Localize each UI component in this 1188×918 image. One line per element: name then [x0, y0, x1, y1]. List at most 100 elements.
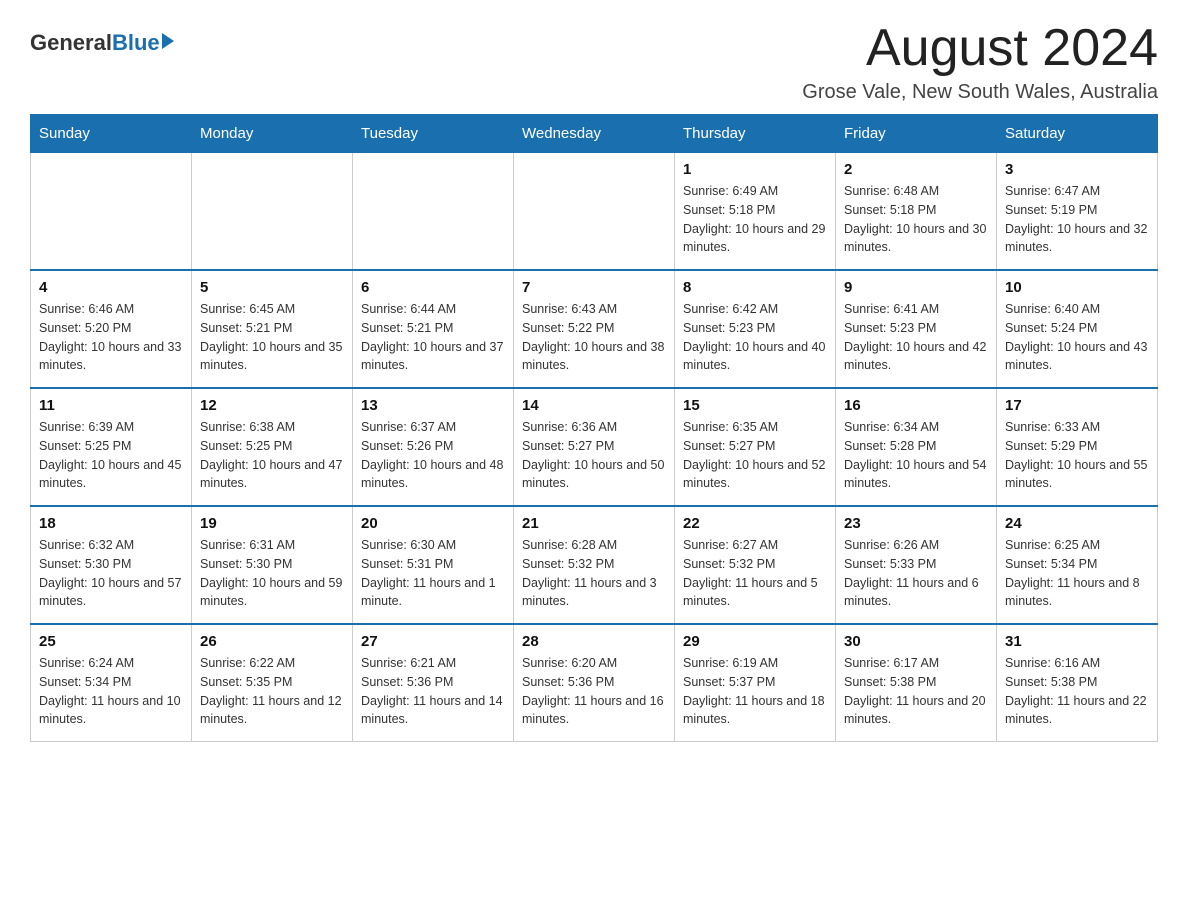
day-number: 5 — [200, 279, 344, 296]
calendar-cell: 13 Sunrise: 6:37 AMSunset: 5:26 PMDayligh… — [353, 388, 514, 506]
calendar-cell: 11Sunrise: 6:39 AMSunset: 5:25 PMDayligh… — [31, 388, 192, 506]
day-number: 15 — [683, 397, 827, 414]
calendar-day-header: Wednesday — [514, 115, 675, 153]
day-info: Sunrise: 6:35 AMSunset: 5:27 PMDaylight:… — [683, 418, 827, 493]
calendar-cell: 10Sunrise: 6:40 AMSunset: 5:24 PMDayligh… — [997, 270, 1158, 388]
day-info: Sunrise: 6:37 AMSunset: 5:26 PMDaylight:… — [361, 418, 505, 493]
day-info: Sunrise: 6:34 AMSunset: 5:28 PMDaylight:… — [844, 418, 988, 493]
day-info: Sunrise: 6:47 AMSunset: 5:19 PMDaylight:… — [1005, 182, 1149, 257]
day-info: Sunrise: 6:19 AMSunset: 5:37 PMDaylight:… — [683, 654, 827, 729]
day-number: 19 — [200, 515, 344, 532]
day-info: Sunrise: 6:31 AMSunset: 5:30 PMDaylight:… — [200, 536, 344, 611]
calendar-cell: 12 Sunrise: 6:38 AMSunset: 5:25 PMDayligh… — [192, 388, 353, 506]
calendar-week-row: 25 Sunrise: 6:24 AMSunset: 5:34 PMDayligh… — [31, 624, 1158, 742]
title-area: August 2024 Grose Vale, New South Wales,… — [802, 20, 1158, 104]
day-number: 27 — [361, 633, 505, 650]
day-number: 4 — [39, 279, 183, 296]
day-number: 31 — [1005, 633, 1149, 650]
logo: GeneralBlue — [30, 20, 174, 56]
day-info: Sunrise: 6:46 AMSunset: 5:20 PMDaylight:… — [39, 300, 183, 375]
calendar-cell: 18 Sunrise: 6:32 AMSunset: 5:30 PMDayligh… — [31, 506, 192, 624]
day-info: Sunrise: 6:22 AMSunset: 5:35 PMDaylight:… — [200, 654, 344, 729]
calendar-cell: 4 Sunrise: 6:46 AMSunset: 5:20 PMDaylight… — [31, 270, 192, 388]
day-number: 6 — [361, 279, 505, 296]
calendar-day-header: Friday — [836, 115, 997, 153]
calendar-header-row: SundayMondayTuesdayWednesdayThursdayFrid… — [31, 115, 1158, 153]
calendar-day-header: Saturday — [997, 115, 1158, 153]
calendar-cell: 3 Sunrise: 6:47 AMSunset: 5:19 PMDaylight… — [997, 153, 1158, 271]
day-number: 23 — [844, 515, 988, 532]
day-number: 28 — [522, 633, 666, 650]
day-info: Sunrise: 6:21 AMSunset: 5:36 PMDaylight:… — [361, 654, 505, 729]
day-number: 21 — [522, 515, 666, 532]
calendar-day-header: Thursday — [675, 115, 836, 153]
day-info: Sunrise: 6:17 AMSunset: 5:38 PMDaylight:… — [844, 654, 988, 729]
month-title: August 2024 — [802, 20, 1158, 77]
calendar-cell: 21 Sunrise: 6:28 AMSunset: 5:32 PMDayligh… — [514, 506, 675, 624]
day-number: 24 — [1005, 515, 1149, 532]
calendar-cell: 25 Sunrise: 6:24 AMSunset: 5:34 PMDayligh… — [31, 624, 192, 742]
day-number: 30 — [844, 633, 988, 650]
day-number: 3 — [1005, 161, 1149, 178]
calendar-week-row: 11Sunrise: 6:39 AMSunset: 5:25 PMDayligh… — [31, 388, 1158, 506]
day-info: Sunrise: 6:24 AMSunset: 5:34 PMDaylight:… — [39, 654, 183, 729]
day-number: 2 — [844, 161, 988, 178]
calendar-cell — [192, 153, 353, 271]
day-info: Sunrise: 6:48 AMSunset: 5:18 PMDaylight:… — [844, 182, 988, 257]
calendar-cell: 14 Sunrise: 6:36 AMSunset: 5:27 PMDayligh… — [514, 388, 675, 506]
day-number: 26 — [200, 633, 344, 650]
day-number: 12 — [200, 397, 344, 414]
day-number: 18 — [39, 515, 183, 532]
calendar-cell: 23Sunrise: 6:26 AMSunset: 5:33 PMDayligh… — [836, 506, 997, 624]
calendar-cell — [31, 153, 192, 271]
day-info: Sunrise: 6:49 AMSunset: 5:18 PMDaylight:… — [683, 182, 827, 257]
calendar-cell: 31Sunrise: 6:16 AMSunset: 5:38 PMDayligh… — [997, 624, 1158, 742]
day-number: 9 — [844, 279, 988, 296]
day-info: Sunrise: 6:36 AMSunset: 5:27 PMDaylight:… — [522, 418, 666, 493]
calendar-day-header: Tuesday — [353, 115, 514, 153]
calendar-cell — [514, 153, 675, 271]
day-number: 7 — [522, 279, 666, 296]
day-number: 17 — [1005, 397, 1149, 414]
calendar-table: SundayMondayTuesdayWednesdayThursdayFrid… — [30, 114, 1158, 742]
day-info: Sunrise: 6:38 AMSunset: 5:25 PMDaylight:… — [200, 418, 344, 493]
day-number: 1 — [683, 161, 827, 178]
calendar-week-row: 18 Sunrise: 6:32 AMSunset: 5:30 PMDayligh… — [31, 506, 1158, 624]
calendar-day-header: Sunday — [31, 115, 192, 153]
day-number: 14 — [522, 397, 666, 414]
calendar-cell: 16 Sunrise: 6:34 AMSunset: 5:28 PMDayligh… — [836, 388, 997, 506]
calendar-cell: 27 Sunrise: 6:21 AMSunset: 5:36 PMDayligh… — [353, 624, 514, 742]
day-info: Sunrise: 6:43 AMSunset: 5:22 PMDaylight:… — [522, 300, 666, 375]
calendar-cell: 19 Sunrise: 6:31 AMSunset: 5:30 PMDayligh… — [192, 506, 353, 624]
calendar-week-row: 1 Sunrise: 6:49 AMSunset: 5:18 PMDaylight… — [31, 153, 1158, 271]
calendar-cell: 8 Sunrise: 6:42 AMSunset: 5:23 PMDaylight… — [675, 270, 836, 388]
calendar-cell: 2 Sunrise: 6:48 AMSunset: 5:18 PMDaylight… — [836, 153, 997, 271]
day-number: 16 — [844, 397, 988, 414]
day-number: 13 — [361, 397, 505, 414]
day-info: Sunrise: 6:28 AMSunset: 5:32 PMDaylight:… — [522, 536, 666, 611]
day-number: 8 — [683, 279, 827, 296]
calendar-week-row: 4 Sunrise: 6:46 AMSunset: 5:20 PMDaylight… — [31, 270, 1158, 388]
day-info: Sunrise: 6:32 AMSunset: 5:30 PMDaylight:… — [39, 536, 183, 611]
calendar-cell: 5 Sunrise: 6:45 AMSunset: 5:21 PMDaylight… — [192, 270, 353, 388]
calendar-cell: 7 Sunrise: 6:43 AMSunset: 5:22 PMDaylight… — [514, 270, 675, 388]
day-info: Sunrise: 6:30 AMSunset: 5:31 PMDaylight:… — [361, 536, 505, 611]
page-header: GeneralBlue August 2024 Grose Vale, New … — [30, 20, 1158, 104]
day-info: Sunrise: 6:33 AMSunset: 5:29 PMDaylight:… — [1005, 418, 1149, 493]
calendar-cell: 17 Sunrise: 6:33 AMSunset: 5:29 PMDayligh… — [997, 388, 1158, 506]
calendar-cell: 1 Sunrise: 6:49 AMSunset: 5:18 PMDaylight… — [675, 153, 836, 271]
day-number: 22 — [683, 515, 827, 532]
calendar-cell: 9Sunrise: 6:41 AMSunset: 5:23 PMDaylight… — [836, 270, 997, 388]
calendar-cell: 20 Sunrise: 6:30 AMSunset: 5:31 PMDayligh… — [353, 506, 514, 624]
day-info: Sunrise: 6:27 AMSunset: 5:32 PMDaylight:… — [683, 536, 827, 611]
location-subtitle: Grose Vale, New South Wales, Australia — [802, 81, 1158, 104]
day-info: Sunrise: 6:42 AMSunset: 5:23 PMDaylight:… — [683, 300, 827, 375]
day-number: 29 — [683, 633, 827, 650]
day-number: 20 — [361, 515, 505, 532]
calendar-cell: 29 Sunrise: 6:19 AMSunset: 5:37 PMDayligh… — [675, 624, 836, 742]
day-info: Sunrise: 6:40 AMSunset: 5:24 PMDaylight:… — [1005, 300, 1149, 375]
logo-arrow-icon — [162, 33, 174, 49]
calendar-cell: 22 Sunrise: 6:27 AMSunset: 5:32 PMDayligh… — [675, 506, 836, 624]
day-number: 25 — [39, 633, 183, 650]
day-info: Sunrise: 6:45 AMSunset: 5:21 PMDaylight:… — [200, 300, 344, 375]
